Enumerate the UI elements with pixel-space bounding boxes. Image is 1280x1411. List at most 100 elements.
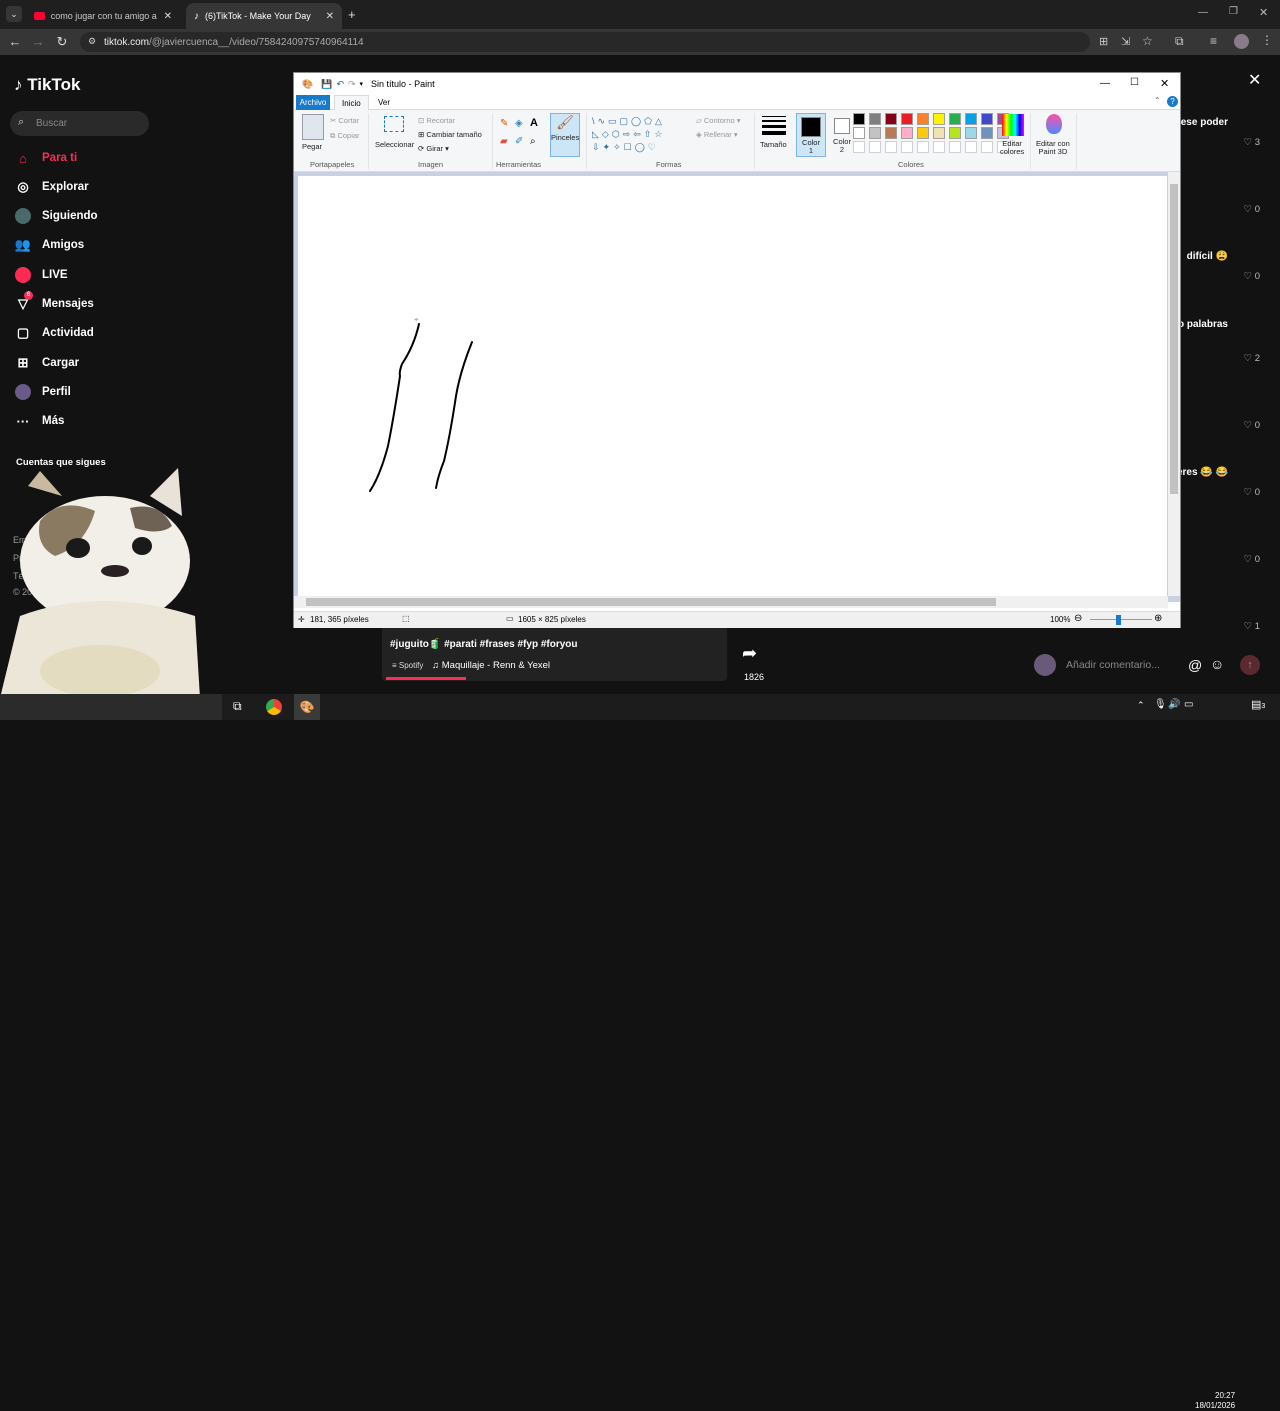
- zoom-slider-thumb[interactable]: [1116, 615, 1121, 625]
- emoji-icon[interactable]: ☺: [1210, 656, 1224, 672]
- close-tab-icon[interactable]: ✕: [326, 11, 334, 22]
- taskbar-search[interactable]: [0, 694, 222, 720]
- video-player[interactable]: [382, 625, 727, 681]
- media-controls-icon[interactable]: ≡: [1210, 34, 1217, 48]
- palette-swatch[interactable]: [885, 113, 897, 125]
- tab-ver[interactable]: Ver: [378, 95, 390, 110]
- comment-like[interactable]: ♡ 0: [1244, 487, 1260, 498]
- text-tool-icon[interactable]: A: [530, 117, 538, 129]
- color1-button[interactable]: Color 1: [796, 113, 826, 157]
- save-icon[interactable]: 💾: [321, 79, 332, 90]
- minimize-window-button[interactable]: —: [1198, 7, 1208, 18]
- microphone-icon[interactable]: 🎙: [1154, 699, 1167, 710]
- palette-swatch[interactable]: [949, 113, 961, 125]
- profile-avatar[interactable]: [1234, 34, 1249, 49]
- comment-like[interactable]: ♡ 3: [1244, 137, 1260, 148]
- palette-swatch[interactable]: [933, 127, 945, 139]
- tiktok-logo[interactable]: ♪ TikTok: [14, 75, 80, 95]
- palette-swatch[interactable]: [917, 113, 929, 125]
- video-progress[interactable]: [386, 677, 466, 680]
- comment-like[interactable]: ♡ 0: [1244, 554, 1260, 565]
- palette-swatch[interactable]: [965, 113, 977, 125]
- new-tab-button[interactable]: +: [348, 7, 356, 22]
- bookmark-star-icon[interactable]: ☆: [1142, 34, 1153, 48]
- tray-overflow-icon[interactable]: ⌃: [1137, 700, 1145, 711]
- comment-like[interactable]: ♡ 0: [1244, 420, 1260, 431]
- forward-button[interactable]: →: [29, 33, 47, 51]
- nav-explorar[interactable]: ◎ Explorar: [14, 176, 88, 198]
- tab-tiktok[interactable]: ♪ (6)TikTok - Make Your Day ✕: [186, 3, 342, 29]
- nav-amigos[interactable]: 👥 Amigos: [14, 234, 84, 256]
- palette-swatch[interactable]: [901, 113, 913, 125]
- collapse-ribbon-icon[interactable]: ⌃: [1154, 96, 1161, 105]
- custom-color-slot[interactable]: [869, 141, 881, 153]
- close-comments-icon[interactable]: ✕: [1248, 70, 1261, 90]
- video-caption[interactable]: #juguito🧃 #parati #frases #fyp #foryou: [390, 639, 578, 650]
- paint3d-icon[interactable]: [1046, 114, 1062, 134]
- crop-button[interactable]: ⊡ Recortar: [418, 116, 455, 125]
- drawing-canvas[interactable]: ⌖: [298, 176, 1167, 601]
- nav-para-ti[interactable]: ⌂ Para ti: [14, 147, 77, 169]
- nav-cargar[interactable]: ⊞ Cargar: [14, 352, 80, 374]
- mention-icon[interactable]: @: [1188, 657, 1202, 673]
- comment-like[interactable]: ♡ 0: [1244, 204, 1260, 215]
- outline-button[interactable]: ▱ Contorno ▾: [696, 116, 741, 125]
- address-bar[interactable]: ⚙ tiktok.com/@javiercuenca__/video/75842…: [80, 32, 1090, 52]
- size-icon[interactable]: [762, 116, 786, 135]
- close-tab-icon[interactable]: ✕: [164, 11, 172, 22]
- custom-color-slot[interactable]: [965, 141, 977, 153]
- palette-swatch[interactable]: [869, 113, 881, 125]
- back-button[interactable]: ←: [6, 33, 24, 51]
- notifications-icon[interactable]: ▤3: [1251, 698, 1265, 711]
- custom-color-slot[interactable]: [901, 141, 913, 153]
- share-icon[interactable]: ➦: [742, 643, 757, 664]
- fill-shape-button[interactable]: ◈ Rellenar ▾: [696, 130, 738, 139]
- shapes-gallery[interactable]: \∿▭▢◯⬠△ ◺◇⬡⇨⇦⇧☆ ⇩✦✧☐◯♡: [592, 115, 688, 155]
- comment-like[interactable]: ♡ 2: [1244, 353, 1260, 364]
- nav-live[interactable]: LIVE: [14, 264, 68, 286]
- eraser-icon[interactable]: ▰: [500, 136, 508, 147]
- comment-input[interactable]: Añadir comentario...: [1066, 659, 1160, 671]
- palette-swatch[interactable]: [949, 127, 961, 139]
- custom-color-slot[interactable]: [853, 141, 865, 153]
- comment-like[interactable]: ♡ 1: [1244, 621, 1260, 632]
- scroll-thumb[interactable]: [306, 598, 996, 606]
- edit-colors-icon[interactable]: [1002, 114, 1024, 136]
- nav-actividad[interactable]: ▢ Actividad: [14, 322, 94, 344]
- comment-like[interactable]: ♡ 0: [1244, 271, 1260, 282]
- search-input[interactable]: ⌕ Buscar: [10, 111, 149, 136]
- volume-icon[interactable]: 🔊: [1168, 699, 1180, 710]
- rotate-button[interactable]: ⟳ Girar ▾: [418, 144, 449, 153]
- custom-color-slot[interactable]: [981, 141, 993, 153]
- translate-icon[interactable]: ⊞: [1099, 35, 1108, 48]
- chrome-icon[interactable]: [266, 699, 282, 715]
- task-view-icon[interactable]: ⧉: [233, 699, 242, 714]
- tab-youtube[interactable]: como jugar con tu amigo a hyt ✕: [26, 3, 180, 29]
- magnifier-icon[interactable]: ⌕: [530, 136, 536, 147]
- custom-color-slot[interactable]: [885, 141, 897, 153]
- palette-swatch[interactable]: [885, 127, 897, 139]
- palette-swatch[interactable]: [981, 127, 993, 139]
- nav-siguiendo[interactable]: Siguiendo: [14, 205, 98, 227]
- paint-minimize-button[interactable]: —: [1100, 78, 1110, 89]
- palette-swatch[interactable]: [853, 113, 865, 125]
- select-button[interactable]: Seleccionar: [375, 140, 414, 149]
- custom-color-slot[interactable]: [917, 141, 929, 153]
- restore-window-button[interactable]: ❐: [1229, 6, 1238, 17]
- palette-swatch[interactable]: [965, 127, 977, 139]
- vertical-scrollbar[interactable]: [1168, 172, 1180, 596]
- paint-close-button[interactable]: ✕: [1160, 77, 1169, 90]
- palette-swatch[interactable]: [853, 127, 865, 139]
- size-button[interactable]: Tamaño: [760, 140, 787, 149]
- paste-button[interactable]: Pegar: [302, 142, 322, 151]
- custom-color-slot[interactable]: [933, 141, 945, 153]
- tab-archivo[interactable]: Archivo: [296, 95, 330, 110]
- nav-perfil[interactable]: Perfil: [14, 381, 71, 403]
- zoom-slider[interactable]: [1090, 619, 1152, 620]
- palette-swatch[interactable]: [901, 127, 913, 139]
- tab-search-button[interactable]: ⌄: [6, 6, 22, 22]
- horizontal-scrollbar[interactable]: [294, 596, 1168, 608]
- scroll-thumb[interactable]: [1170, 184, 1178, 494]
- video-song[interactable]: ≡ Spotify ♫ Maquillaje - Renn & Yexel: [392, 660, 550, 671]
- extensions-icon[interactable]: ⧉: [1175, 34, 1184, 49]
